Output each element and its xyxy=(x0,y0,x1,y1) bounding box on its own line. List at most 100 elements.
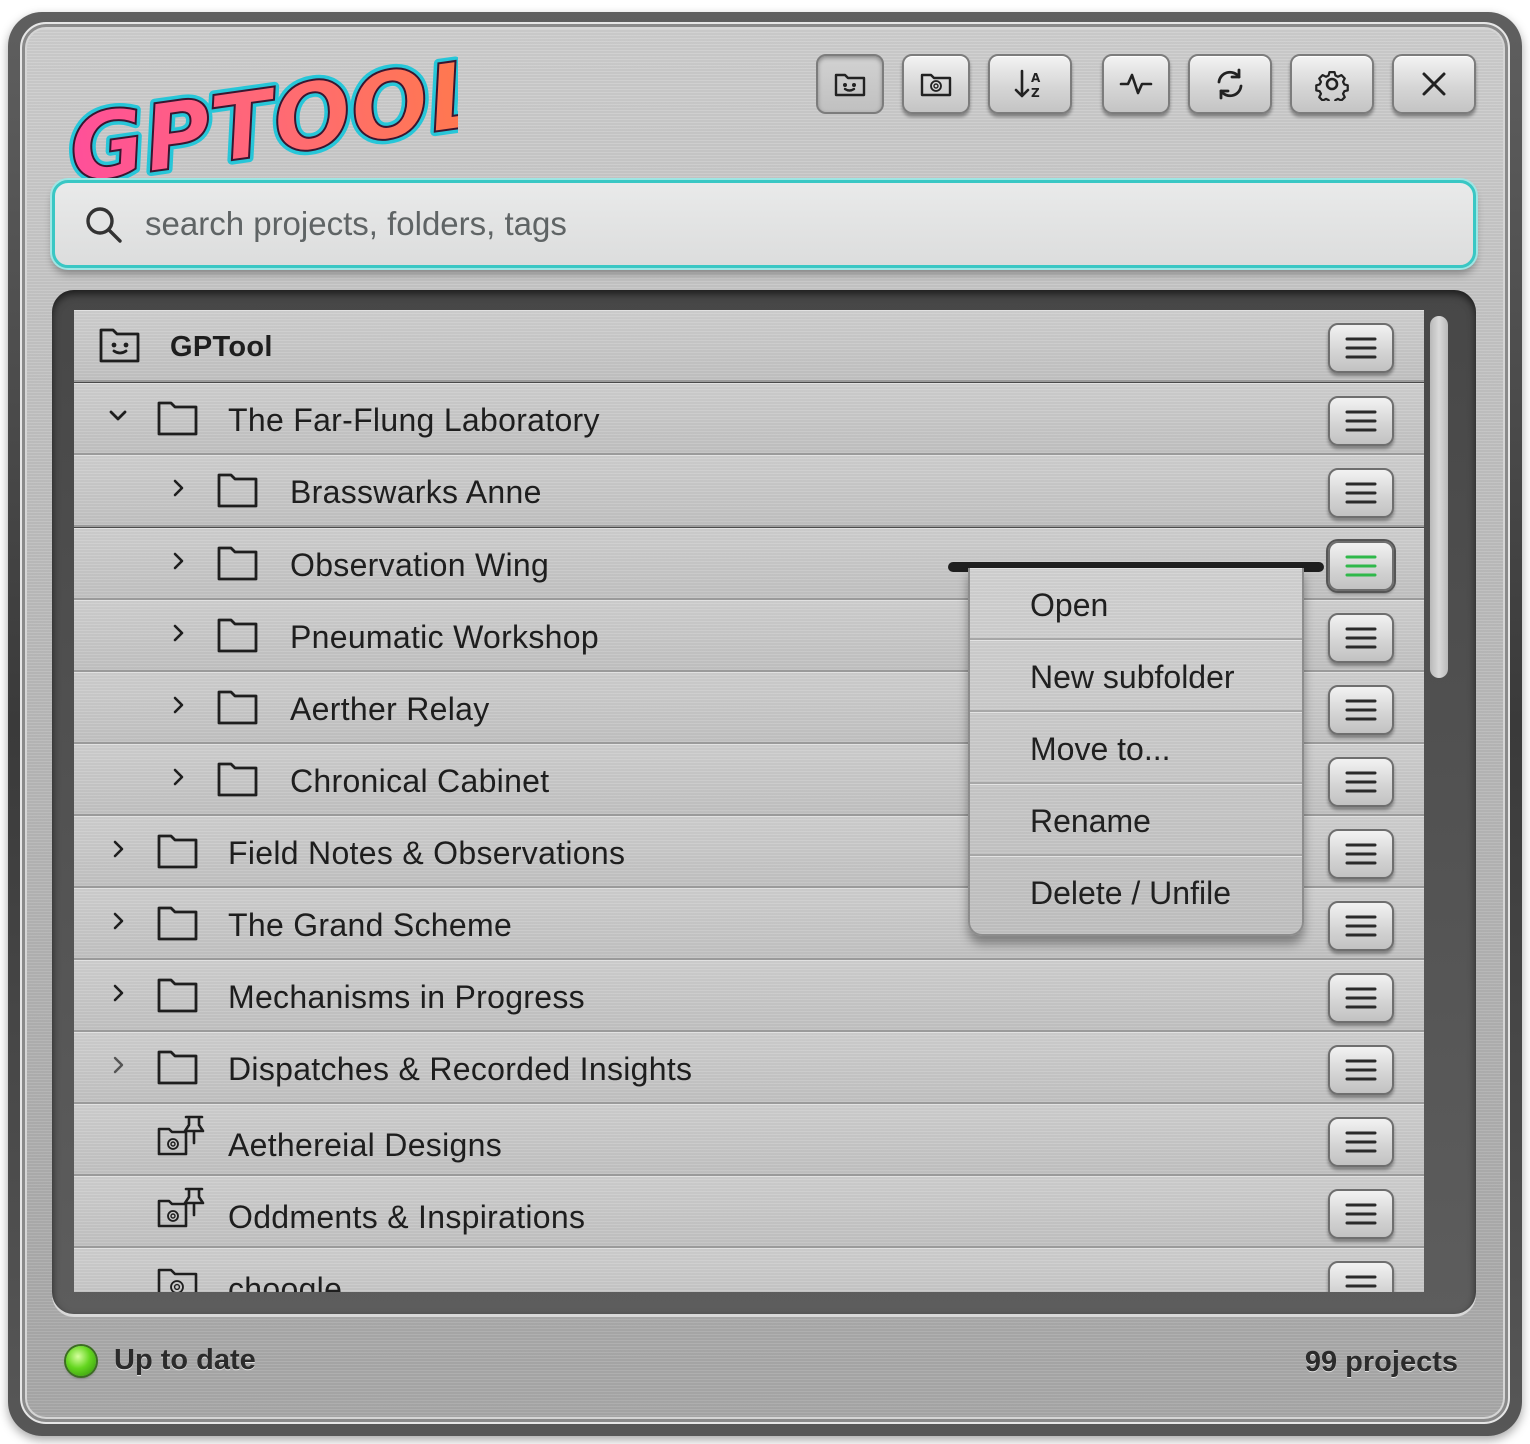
row-menu-button[interactable] xyxy=(1328,1261,1394,1292)
folder-view-button[interactable] xyxy=(816,54,884,114)
tree-project-row[interactable]: Aethereial Designs xyxy=(74,1104,1424,1176)
folder-icon xyxy=(157,834,198,869)
tree-folder-label: Chronical Cabinet xyxy=(290,763,550,799)
tree-folder-label: Observation Wing xyxy=(290,547,550,583)
folder-smile-icon xyxy=(99,328,140,363)
tree-project-label: Aethereial Designs xyxy=(228,1127,502,1163)
hamburger-icon xyxy=(1345,555,1377,577)
tree-project-label: choogle xyxy=(228,1271,343,1292)
status-text: Up to date xyxy=(114,1344,256,1376)
folder-icon xyxy=(217,762,258,797)
menu-item-open[interactable]: Open xyxy=(970,568,1302,640)
project-count: 99 projects xyxy=(1304,1346,1458,1378)
chevron-right-icon[interactable] xyxy=(106,837,130,861)
settings-button[interactable] xyxy=(1290,54,1374,114)
context-menu: Open New subfolder Move to... Rename Del… xyxy=(968,568,1304,936)
search-bar[interactable] xyxy=(52,180,1476,268)
tree-folder-label: Field Notes & Observations xyxy=(228,835,626,871)
folder-icon xyxy=(157,978,198,1013)
tree-project-label: Oddments & Inspirations xyxy=(228,1199,586,1235)
status-bar: Up to date xyxy=(66,1344,256,1377)
activity-button[interactable] xyxy=(1102,54,1170,114)
chevron-right-icon[interactable] xyxy=(166,549,190,573)
hamburger-icon xyxy=(1345,1059,1377,1081)
hamburger-icon xyxy=(1345,843,1377,865)
sort-button[interactable]: A Z xyxy=(988,54,1072,114)
menu-item-move-to[interactable]: Move to... xyxy=(970,712,1302,784)
row-menu-button[interactable] xyxy=(1328,323,1394,373)
status-led-icon xyxy=(66,1345,96,1376)
chevron-down-icon[interactable] xyxy=(106,404,130,428)
tree-folder-row[interactable]: Mechanisms in Progress xyxy=(74,960,1424,1032)
row-menu-button[interactable] xyxy=(1328,468,1394,518)
folder-icon xyxy=(217,546,258,581)
pinned-gpt-icon xyxy=(157,1187,205,1228)
chevron-right-icon[interactable] xyxy=(166,476,190,500)
folder-icon xyxy=(217,473,258,508)
refresh-icon xyxy=(1217,68,1243,100)
folder-gpt-icon xyxy=(920,73,952,97)
tree-folder-label: Aerther Relay xyxy=(290,691,490,727)
hamburger-icon xyxy=(1345,771,1377,793)
hamburger-icon xyxy=(1345,987,1377,1009)
tree-folder-label: Mechanisms in Progress xyxy=(228,979,585,1015)
tree-folder-label: The Far-Flung Laboratory xyxy=(228,402,600,438)
folder-icon xyxy=(157,906,198,941)
hamburger-icon xyxy=(1345,410,1377,432)
hamburger-icon xyxy=(1345,337,1377,359)
hamburger-icon xyxy=(1345,915,1377,937)
pinned-gpt-icon xyxy=(157,1115,205,1156)
hamburger-icon xyxy=(1345,1275,1377,1288)
sort-az-icon: A Z xyxy=(1014,69,1041,100)
activity-icon xyxy=(1119,73,1153,95)
gpt-folder-button[interactable] xyxy=(902,54,970,114)
tree-project-row[interactable]: choogle xyxy=(74,1248,1424,1292)
folder-smile-icon xyxy=(834,73,866,97)
folder-icon xyxy=(157,401,198,436)
hamburger-icon xyxy=(1345,1131,1377,1153)
refresh-button[interactable] xyxy=(1188,54,1272,114)
row-menu-button[interactable] xyxy=(1328,1117,1394,1167)
svg-text:A: A xyxy=(1031,71,1041,85)
toolbar: A Z xyxy=(0,54,1530,114)
hamburger-icon xyxy=(1345,627,1377,649)
menu-item-delete-unfile[interactable]: Delete / Unfile xyxy=(970,856,1302,928)
menu-item-rename[interactable]: Rename xyxy=(970,784,1302,856)
search-input[interactable] xyxy=(143,204,1343,244)
folder-icon xyxy=(217,618,258,653)
tree-folder-row[interactable]: Brasswarks Anne xyxy=(74,455,1424,527)
svg-text:Z: Z xyxy=(1031,86,1040,100)
tree-project-row[interactable]: Oddments & Inspirations xyxy=(74,1176,1424,1248)
tree-folder-label: Brasswarks Anne xyxy=(290,474,542,510)
chevron-right-icon[interactable] xyxy=(166,621,190,645)
hamburger-icon xyxy=(1345,1203,1377,1225)
chevron-right-icon[interactable] xyxy=(106,981,130,1005)
tree-folder-label: Pneumatic Workshop xyxy=(290,619,599,655)
tree-folder-row[interactable]: Dispatches & Recorded Insights xyxy=(74,1032,1424,1104)
menu-item-new-subfolder[interactable]: New subfolder xyxy=(970,640,1302,712)
tree-folder-label: The Grand Scheme xyxy=(228,907,513,943)
chevron-right-icon[interactable] xyxy=(166,693,190,717)
tree-root-row[interactable]: GPTool xyxy=(74,310,1424,382)
chevron-right-icon[interactable] xyxy=(166,765,190,789)
chevron-right-icon[interactable] xyxy=(106,909,130,933)
row-menu-button[interactable] xyxy=(1328,829,1394,879)
chevron-right-icon[interactable] xyxy=(106,1053,130,1077)
row-menu-button[interactable] xyxy=(1328,613,1394,663)
row-menu-button[interactable] xyxy=(1328,1045,1394,1095)
search-icon xyxy=(86,207,122,243)
hamburger-icon xyxy=(1345,699,1377,721)
row-menu-button[interactable] xyxy=(1328,1189,1394,1239)
row-menu-button-active[interactable] xyxy=(1328,541,1394,591)
close-icon xyxy=(1422,72,1446,96)
row-menu-button[interactable] xyxy=(1328,973,1394,1023)
row-menu-button[interactable] xyxy=(1328,901,1394,951)
row-menu-button[interactable] xyxy=(1328,757,1394,807)
gpt-project-icon xyxy=(157,1268,198,1292)
gear-icon xyxy=(1315,70,1349,101)
close-button[interactable] xyxy=(1392,54,1476,114)
row-menu-button[interactable] xyxy=(1328,685,1394,735)
list-scrollbar-thumb[interactable] xyxy=(1430,316,1448,678)
row-menu-button[interactable] xyxy=(1328,396,1394,446)
tree-folder-row[interactable]: The Far-Flung Laboratory xyxy=(74,383,1424,455)
